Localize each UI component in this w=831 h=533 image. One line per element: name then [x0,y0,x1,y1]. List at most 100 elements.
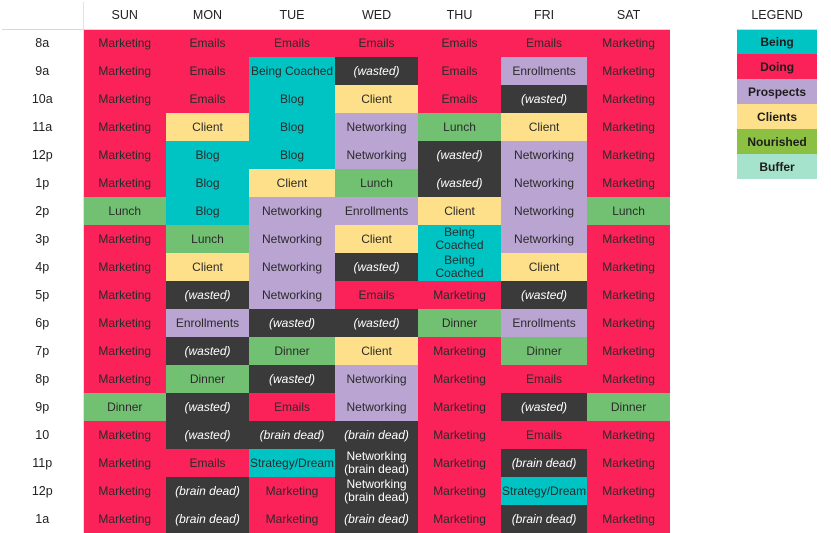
schedule-cell[interactable]: (brain dead) [501,505,588,533]
schedule-cell[interactable]: Networking (brain dead) [335,449,419,477]
schedule-cell[interactable]: Marketing [83,337,166,365]
schedule-cell[interactable]: Marketing [587,449,671,477]
schedule-cell[interactable]: Blog [166,197,249,225]
schedule-cell[interactable]: Client [166,253,249,281]
schedule-cell[interactable]: Client [166,113,249,141]
legend-item-nourished[interactable]: Nourished [737,129,818,154]
schedule-cell[interactable]: Client [501,253,588,281]
schedule-cell[interactable]: (brain dead) [249,421,336,449]
schedule-cell[interactable]: Client [249,169,336,197]
schedule-cell[interactable]: Marketing [83,113,166,141]
legend-item-being[interactable]: Being [737,29,818,54]
schedule-cell[interactable]: Emails [418,85,502,113]
schedule-cell[interactable]: (wasted) [501,281,588,309]
schedule-cell[interactable]: Marketing [83,449,166,477]
schedule-cell[interactable]: Networking [501,141,588,169]
schedule-cell[interactable]: Marketing [83,57,166,85]
schedule-cell[interactable]: Networking (brain dead) [335,477,419,505]
schedule-cell[interactable]: Emails [501,29,588,57]
legend-item-prospects[interactable]: Prospects [737,79,818,104]
schedule-cell[interactable]: Strategy/Dream [249,449,336,477]
schedule-cell[interactable]: Networking [249,225,336,253]
schedule-cell[interactable]: Client [501,113,588,141]
legend-item-buffer[interactable]: Buffer [737,154,818,179]
schedule-cell[interactable]: (wasted) [166,337,249,365]
schedule-cell[interactable]: Marketing [587,365,671,393]
schedule-cell[interactable]: Marketing [418,505,502,533]
schedule-cell[interactable]: Client [335,225,419,253]
schedule-cell[interactable]: Networking [501,197,588,225]
schedule-cell[interactable]: Marketing [83,505,166,533]
schedule-cell[interactable]: Client [335,85,419,113]
schedule-cell[interactable]: Enrollments [166,309,249,337]
schedule-cell[interactable]: Networking [335,113,419,141]
schedule-cell[interactable]: (brain dead) [335,505,419,533]
schedule-cell[interactable]: Emails [418,57,502,85]
schedule-cell[interactable]: Emails [166,449,249,477]
schedule-cell[interactable]: Dinner [83,393,166,421]
schedule-cell[interactable]: Marketing [587,141,671,169]
schedule-cell[interactable]: (wasted) [166,281,249,309]
schedule-cell[interactable]: Marketing [83,169,166,197]
schedule-cell[interactable]: (wasted) [501,393,588,421]
schedule-cell[interactable]: Dinner [166,365,249,393]
schedule-cell[interactable]: (wasted) [418,169,502,197]
schedule-cell[interactable]: Marketing [83,29,166,57]
schedule-cell[interactable]: Marketing [83,281,166,309]
schedule-cell[interactable]: Emails [501,365,588,393]
schedule-cell[interactable]: Being Coached [418,253,502,281]
schedule-cell[interactable]: Marketing [587,225,671,253]
schedule-cell[interactable]: Blog [249,141,336,169]
schedule-cell[interactable]: Being Coached [418,225,502,253]
schedule-cell[interactable]: (brain dead) [501,449,588,477]
schedule-cell[interactable]: Marketing [587,113,671,141]
legend-item-clients[interactable]: Clients [737,104,818,129]
schedule-cell[interactable]: Emails [166,85,249,113]
schedule-cell[interactable]: Marketing [418,477,502,505]
schedule-cell[interactable]: Enrollments [501,309,588,337]
schedule-cell[interactable]: Marketing [83,365,166,393]
schedule-cell[interactable]: (wasted) [418,141,502,169]
schedule-cell[interactable]: Marketing [249,505,336,533]
schedule-cell[interactable]: Blog [249,85,336,113]
schedule-cell[interactable]: Networking [249,197,336,225]
schedule-cell[interactable]: Lunch [418,113,502,141]
schedule-cell[interactable]: Marketing [587,253,671,281]
schedule-cell[interactable]: Marketing [83,477,166,505]
schedule-cell[interactable]: Marketing [83,253,166,281]
schedule-cell[interactable]: Emails [166,29,249,57]
schedule-cell[interactable]: Emails [501,421,588,449]
schedule-cell[interactable]: Dinner [587,393,671,421]
schedule-cell[interactable]: Marketing [587,57,671,85]
schedule-cell[interactable]: Networking [501,225,588,253]
schedule-cell[interactable]: Lunch [335,169,419,197]
schedule-cell[interactable]: Marketing [83,421,166,449]
schedule-cell[interactable]: (brain dead) [166,505,249,533]
schedule-cell[interactable]: Marketing [587,169,671,197]
schedule-cell[interactable]: (wasted) [335,253,419,281]
schedule-cell[interactable]: Enrollments [335,197,419,225]
schedule-cell[interactable]: Networking [335,141,419,169]
schedule-cell[interactable]: Marketing [83,309,166,337]
schedule-cell[interactable]: (wasted) [335,309,419,337]
schedule-cell[interactable]: (wasted) [501,85,588,113]
schedule-cell[interactable]: Client [418,197,502,225]
schedule-cell[interactable]: Marketing [83,141,166,169]
schedule-cell[interactable]: Emails [249,393,336,421]
schedule-cell[interactable]: Blog [166,169,249,197]
schedule-cell[interactable]: Marketing [249,477,336,505]
schedule-cell[interactable]: Being Coached [249,57,336,85]
schedule-cell[interactable]: Marketing [418,365,502,393]
schedule-cell[interactable]: Marketing [418,337,502,365]
schedule-cell[interactable]: Networking [501,169,588,197]
schedule-cell[interactable]: Dinner [249,337,336,365]
schedule-cell[interactable]: Lunch [166,225,249,253]
schedule-cell[interactable]: Marketing [83,85,166,113]
schedule-cell[interactable]: Marketing [587,477,671,505]
schedule-cell[interactable]: Enrollments [501,57,588,85]
schedule-cell[interactable]: Blog [249,113,336,141]
schedule-cell[interactable]: Marketing [587,85,671,113]
schedule-cell[interactable]: (brain dead) [335,421,419,449]
schedule-cell[interactable]: (wasted) [249,365,336,393]
schedule-cell[interactable]: Marketing [418,281,502,309]
